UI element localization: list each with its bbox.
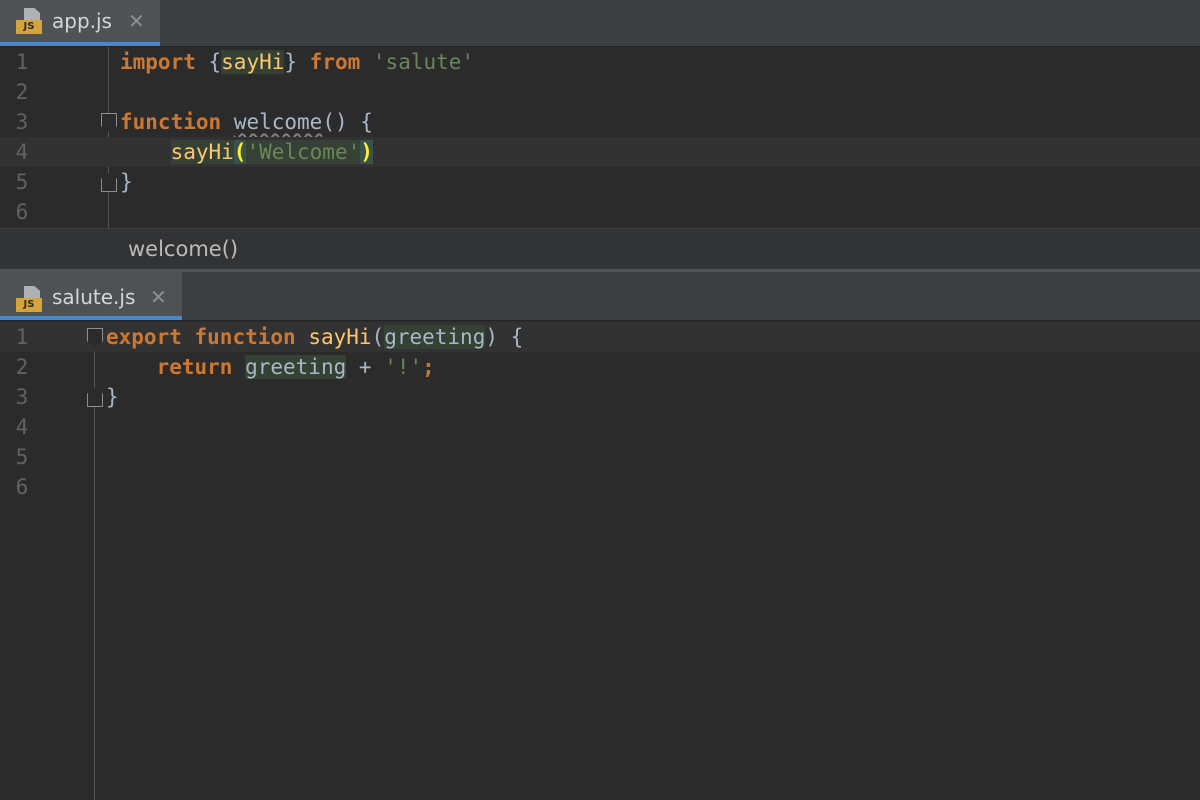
code-token: (: [233, 140, 247, 164]
code-token: 'Welcome': [246, 140, 361, 164]
line-number: 4: [15, 415, 29, 439]
code-line[interactable]: 3}: [0, 382, 1200, 412]
close-icon[interactable]: ✕: [128, 9, 145, 33]
active-tab-indicator: [0, 316, 182, 320]
tab-salute-js[interactable]: JS salute.js ✕: [0, 272, 182, 320]
code-token: sayHi: [221, 50, 285, 74]
line-number: 3: [15, 385, 29, 409]
code-token: '!': [384, 355, 423, 379]
code-token: sayHi: [170, 140, 234, 164]
editor-pane-salute-js: JS salute.js ✕ 1 export function sayHi(gr…: [0, 272, 1200, 800]
code-editor[interactable]: 1 import {sayHi} from 'salute' 2 3 function …: [0, 47, 1200, 228]
code-token: import: [120, 50, 196, 74]
line-number: 4: [15, 140, 29, 164]
js-file-icon: JS: [16, 286, 42, 312]
code-line[interactable]: 3 function welcome() {: [0, 107, 1200, 137]
code-editor[interactable]: 1 export function sayHi(greeting) {2 retu…: [0, 322, 1200, 800]
code-text: }: [120, 167, 133, 197]
code-token: welcome: [233, 110, 323, 134]
code-line[interactable]: 2 return greeting + '!';: [0, 352, 1200, 382]
editor-pane-app-js: JS app.js ✕ 1 import {sayHi} from 'salute…: [0, 0, 1200, 228]
line-number: 5: [15, 445, 29, 469]
tab-app-js[interactable]: JS app.js ✕: [0, 0, 160, 46]
code-token: +: [346, 355, 385, 379]
code-token: greeting: [245, 355, 347, 379]
code-token: 'salute': [372, 50, 475, 74]
breadcrumb-bar: welcome(): [0, 228, 1200, 271]
code-token: function: [194, 325, 296, 349]
tab-bar: JS salute.js ✕: [0, 272, 1200, 321]
tab-label: app.js: [52, 9, 112, 33]
code-line[interactable]: 1 export function sayHi(greeting) {: [0, 322, 1200, 352]
active-tab-indicator: [0, 42, 160, 46]
code-line[interactable]: 6: [0, 472, 1200, 502]
line-number: 2: [15, 80, 29, 104]
breadcrumb[interactable]: welcome(): [128, 237, 238, 261]
code-token: }: [120, 170, 133, 194]
code-token: {: [195, 50, 222, 74]
code-line[interactable]: 2: [0, 77, 1200, 107]
code-token: ): [360, 140, 373, 164]
code-token: () {: [322, 110, 373, 134]
code-token: ;: [422, 355, 435, 379]
code-line[interactable]: 5: [0, 442, 1200, 472]
code-text: return greeting + '!';: [106, 352, 435, 382]
code-token: ) {: [485, 325, 524, 349]
close-icon[interactable]: ✕: [150, 285, 167, 309]
line-number: 6: [15, 475, 29, 499]
line-number: 1: [15, 50, 29, 74]
line-number: 3: [15, 110, 29, 134]
code-text: sayHi('Welcome'): [120, 137, 373, 167]
code-token: (: [371, 325, 385, 349]
code-token: }: [284, 50, 310, 74]
line-number: 5: [15, 170, 29, 194]
code-token: function: [120, 110, 222, 134]
code-token: sayHi: [308, 325, 372, 349]
code-token: greeting: [384, 325, 486, 349]
tab-label: salute.js: [52, 285, 136, 309]
code-text: import {sayHi} from 'salute': [120, 47, 474, 77]
code-token: export: [106, 325, 182, 349]
code-line[interactable]: 5}: [0, 167, 1200, 197]
code-text: export function sayHi(greeting) {: [106, 322, 523, 352]
code-token: }: [106, 385, 119, 409]
line-number: 1: [15, 325, 29, 349]
line-number: 6: [15, 200, 29, 224]
code-line[interactable]: 6: [0, 197, 1200, 227]
code-token: return: [156, 355, 233, 379]
code-text: function welcome() {: [120, 107, 373, 137]
code-line[interactable]: 4 sayHi('Welcome'): [0, 137, 1200, 167]
code-line[interactable]: 1 import {sayHi} from 'salute': [0, 47, 1200, 77]
js-file-icon: JS: [16, 8, 42, 34]
code-line[interactable]: 4: [0, 412, 1200, 442]
tab-bar: JS app.js ✕: [0, 0, 1200, 47]
line-number: 2: [15, 355, 29, 379]
code-token: from: [309, 50, 361, 74]
code-text: }: [106, 382, 119, 412]
